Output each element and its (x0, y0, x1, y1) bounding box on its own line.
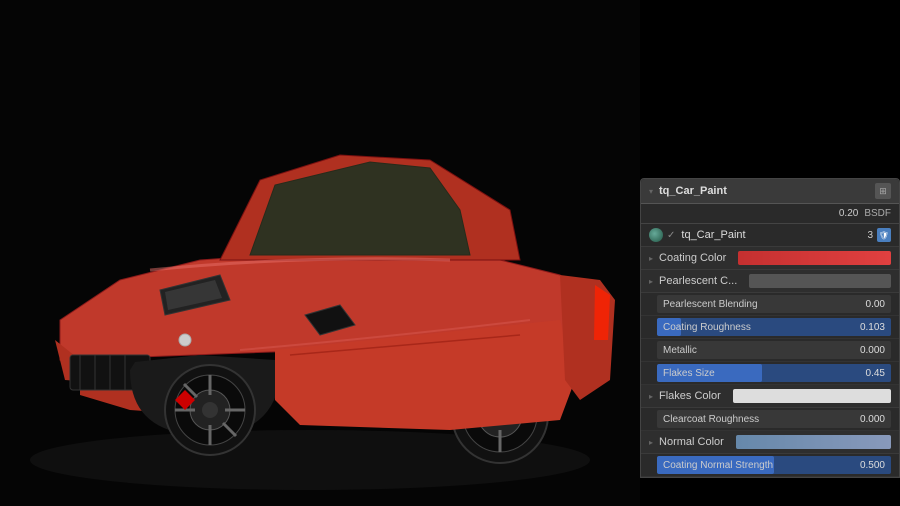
car-viewport (0, 0, 640, 506)
flakes-size-label: Flakes Size (663, 368, 715, 379)
material-name: tq_Car_Paint (681, 229, 745, 241)
flakes-color-label: Flakes Color (659, 390, 721, 402)
panel-subheader: 0.20 BSDF (641, 204, 899, 224)
material-row-left: ✓ tq_Car_Paint (649, 228, 746, 242)
flakes-size-row[interactable]: Flakes Size 0.45 (641, 362, 899, 385)
clearcoat-roughness-row[interactable]: Clearcoat Roughness 0.000 (641, 408, 899, 431)
panel-header-left: ▾ tq_Car_Paint (649, 185, 727, 197)
metallic-row[interactable]: Metallic 0.000 (641, 339, 899, 362)
flakes-size-value: 0.45 (866, 368, 885, 379)
panel-icon-button[interactable]: ⊞ (875, 183, 891, 199)
section-arrow-coating-color: ▸ (649, 254, 653, 263)
material-users: 3 (867, 230, 873, 241)
section-arrow-flakes-color: ▸ (649, 392, 653, 401)
coating-roughness-row[interactable]: Coating Roughness 0.103 (641, 316, 899, 339)
coating-roughness-label: Coating Roughness (663, 322, 751, 333)
material-row[interactable]: ✓ tq_Car_Paint 3 🛡 (641, 224, 899, 247)
coating-normal-strength-value: 0.500 (860, 460, 885, 471)
normal-color-label: Normal Color (659, 436, 724, 448)
coating-normal-strength-slider[interactable]: Coating Normal Strength 0.500 (657, 456, 891, 474)
panel-collapse-arrow[interactable]: ▾ (649, 187, 653, 196)
panel-title: tq_Car_Paint (659, 185, 727, 197)
pearlescent-blending-row[interactable]: Pearlescent Blending 0.00 (641, 293, 899, 316)
clearcoat-roughness-value: 0.000 (860, 414, 885, 425)
clearcoat-roughness-label: Clearcoat Roughness (663, 414, 759, 425)
clearcoat-roughness-slider[interactable]: Clearcoat Roughness 0.000 (657, 410, 891, 428)
panel-header-right: ⊞ (875, 183, 891, 199)
material-check: ✓ (667, 230, 675, 241)
metallic-value: 0.000 (860, 345, 885, 356)
normal-color-swatch (736, 435, 891, 449)
normal-color-section[interactable]: ▸ Normal Color (641, 431, 899, 454)
coating-normal-strength-label: Coating Normal Strength (663, 460, 773, 471)
pearlescent-label: Pearlescent C... (659, 275, 737, 287)
shield-button[interactable]: 🛡 (877, 228, 891, 242)
pearlescent-blending-value: 0.00 (866, 299, 885, 310)
pearlescent-blending-slider[interactable]: Pearlescent Blending 0.00 (657, 295, 891, 313)
bsdf-label: BSDF (864, 208, 891, 219)
pearlescent-section[interactable]: ▸ Pearlescent C... (641, 270, 899, 293)
metallic-label: Metallic (663, 345, 697, 356)
flakes-size-slider[interactable]: Flakes Size 0.45 (657, 364, 891, 382)
bsdf-value: 0.20 (839, 208, 858, 219)
coating-color-label: Coating Color (659, 252, 726, 264)
coating-color-swatch (738, 251, 891, 265)
material-row-right: 3 🛡 (867, 228, 891, 242)
section-arrow-normal-color: ▸ (649, 438, 653, 447)
flakes-color-section[interactable]: ▸ Flakes Color (641, 385, 899, 408)
section-arrow-pearlescent: ▸ (649, 277, 653, 286)
panel-header: ▾ tq_Car_Paint ⊞ (641, 179, 899, 204)
globe-icon (649, 228, 663, 242)
coating-roughness-value: 0.103 (860, 322, 885, 333)
metallic-slider[interactable]: Metallic 0.000 (657, 341, 891, 359)
flakes-color-swatch (733, 389, 891, 403)
coating-roughness-slider[interactable]: Coating Roughness 0.103 (657, 318, 891, 336)
coating-normal-strength-row[interactable]: Coating Normal Strength 0.500 (641, 454, 899, 477)
pearlescent-blending-label: Pearlescent Blending (663, 299, 758, 310)
properties-panel: ▾ tq_Car_Paint ⊞ 0.20 BSDF ✓ tq_Car_Pain… (640, 178, 900, 478)
coating-color-section[interactable]: ▸ Coating Color (641, 247, 899, 270)
pearlescent-swatch (749, 274, 891, 288)
